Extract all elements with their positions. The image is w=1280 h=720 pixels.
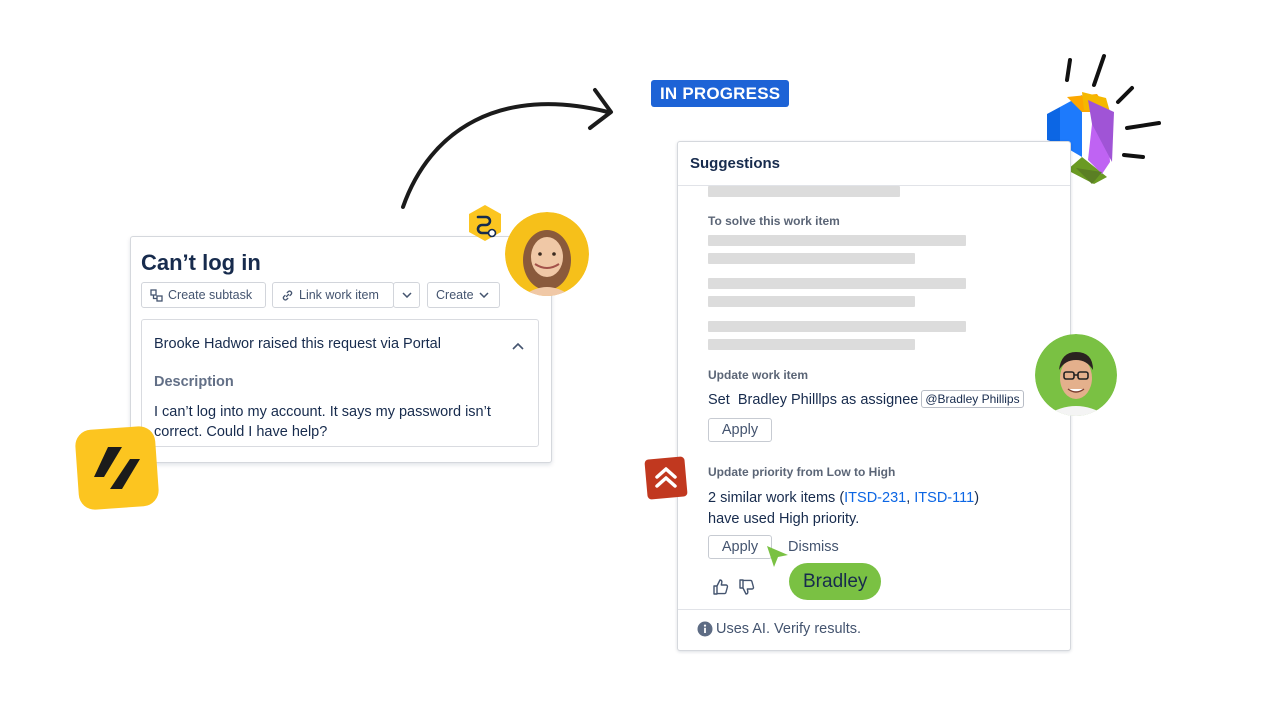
thumbs-up-icon[interactable] — [712, 578, 730, 596]
work-item-title: Can’t log in — [141, 250, 261, 275]
suggestions-header: Suggestions — [678, 142, 1070, 186]
issue-link[interactable]: ITSD-231 — [844, 490, 906, 506]
update-section-label: Update work item — [708, 368, 809, 382]
curved-arrow-icon — [401, 88, 613, 209]
subtask-icon — [150, 288, 163, 302]
create-button[interactable]: Create — [427, 282, 500, 308]
placeholder-line — [708, 278, 966, 289]
solve-section-label: To solve this work item — [708, 214, 840, 228]
apply-priority-button[interactable]: Apply — [708, 535, 772, 559]
apply-assignee-button[interactable]: Apply — [708, 418, 772, 442]
priority-text-suffix: ) — [974, 490, 980, 506]
link-work-item-label: Link work item — [299, 288, 379, 302]
dismiss-button[interactable]: Dismiss — [788, 539, 839, 555]
priority-section-label: Update priority from Low to High — [708, 465, 896, 479]
cursor-pointer-icon — [767, 546, 788, 567]
link-icon — [282, 289, 293, 301]
automation-hex-icon — [469, 205, 501, 241]
assignee-text: Set Bradley Philllps as assignee — [708, 392, 919, 408]
chevron-up-icon[interactable] — [512, 342, 524, 350]
create-subtask-label: Create subtask — [168, 288, 253, 302]
placeholder-line — [708, 253, 915, 264]
raised-by-text: Brooke Hadwor raised this request via Po… — [154, 336, 441, 352]
work-item-card: Can’t log in Create subtask Link work it… — [130, 236, 552, 463]
request-details-panel: Brooke Hadwor raised this request via Po… — [141, 319, 539, 447]
description-text: I can’t log into my account. It says my … — [154, 404, 491, 440]
create-label: Create — [436, 288, 474, 302]
placeholder-line — [708, 339, 915, 350]
mention-chip[interactable]: @Bradley Phillips — [921, 390, 1024, 408]
priority-text-prefix: 2 similar work items ( — [708, 490, 845, 506]
priority-text-line2: have used High priority. — [708, 511, 860, 527]
placeholder-line — [708, 321, 966, 332]
placeholder-line — [708, 235, 966, 246]
description-label: Description — [154, 374, 234, 390]
chevron-down-icon — [479, 292, 489, 298]
thumbs-down-icon[interactable] — [738, 578, 756, 596]
suggestions-title: Suggestions — [690, 155, 781, 172]
apply-label: Apply — [721, 422, 759, 438]
priority-high-icon — [644, 456, 688, 500]
footer-divider — [678, 609, 1070, 610]
avatar — [505, 212, 589, 296]
link-work-item-dropdown[interactable] — [393, 282, 420, 308]
avatar — [1035, 334, 1117, 416]
jira-service-icon — [75, 426, 159, 510]
update-suggestion-text: Set Bradley Philllps as assignee @Bradley… — [708, 390, 1024, 408]
placeholder-line — [708, 296, 915, 307]
issue-link[interactable]: ITSD-111 — [914, 490, 974, 506]
ai-disclaimer: Uses AI. Verify results. — [716, 621, 862, 637]
cursor-name-tag: Bradley — [789, 563, 882, 600]
placeholder-line — [708, 186, 900, 197]
link-work-item-button[interactable]: Link work item — [272, 282, 394, 308]
create-subtask-button[interactable]: Create subtask — [141, 282, 266, 308]
info-icon — [697, 621, 713, 637]
apply-label: Apply — [721, 539, 759, 555]
chevron-down-icon — [401, 292, 412, 298]
priority-suggestion-text: 2 similar work items (ITSD-231, ITSD-111… — [708, 488, 979, 530]
status-badge: IN PROGRESS — [651, 80, 790, 107]
